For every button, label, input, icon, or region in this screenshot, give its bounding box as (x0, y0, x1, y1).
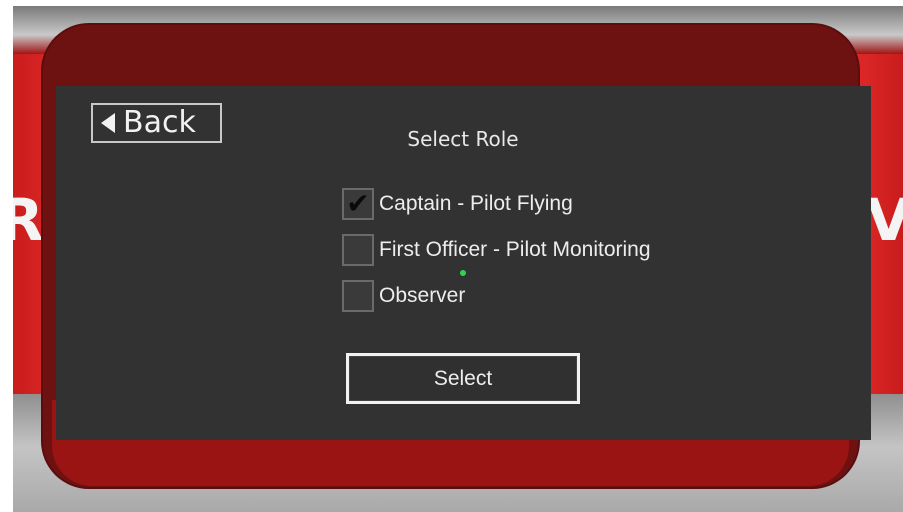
wall-lettering-right: V (866, 186, 903, 254)
role-checkbox-first-officer[interactable] (342, 234, 374, 266)
triangle-left-icon (101, 113, 115, 133)
page-title: Select Role (407, 127, 519, 151)
checkmark-icon: ✔ (346, 187, 370, 220)
select-button-label: Select (433, 366, 493, 390)
role-option-label: Captain - Pilot Flying (379, 192, 573, 215)
select-button[interactable]: Select (346, 353, 580, 404)
role-option-first-officer[interactable]: First Officer - Pilot Monitoring (342, 234, 651, 266)
role-option-captain[interactable]: ✔ Captain - Pilot Flying (342, 188, 573, 220)
role-option-observer[interactable]: Observer (342, 280, 465, 312)
wall-lettering-left: R (13, 186, 46, 254)
cursor-dot-icon (460, 270, 466, 276)
role-checkbox-captain[interactable]: ✔ (342, 188, 374, 220)
role-option-label: First Officer - Pilot Monitoring (379, 238, 651, 261)
role-checkbox-observer[interactable] (342, 280, 374, 312)
back-button[interactable]: Back (91, 103, 222, 143)
role-option-label: Observer (379, 284, 466, 307)
back-button-label: Back (123, 105, 196, 140)
